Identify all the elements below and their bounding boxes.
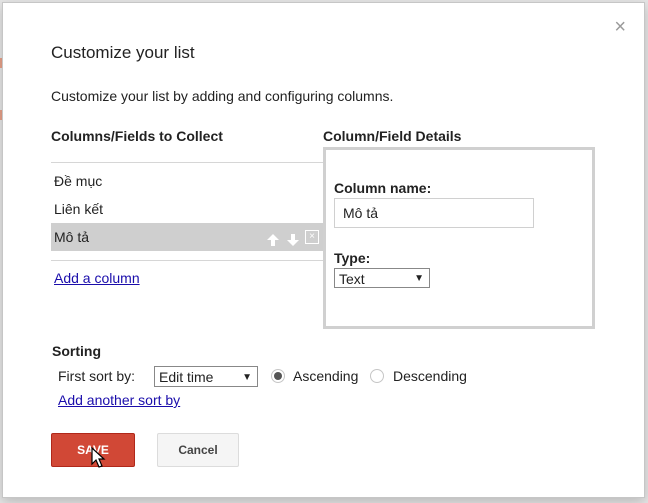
chevron-down-icon: ▼	[242, 372, 252, 383]
type-select[interactable]: Text ▼	[334, 268, 430, 288]
dialog-description: Customize your list by adding and config…	[51, 88, 394, 104]
sorting-heading: Sorting	[52, 343, 101, 359]
close-icon[interactable]: ×	[614, 17, 626, 37]
mouse-cursor-icon	[91, 446, 107, 474]
customize-list-dialog: × Customize your list Customize your lis…	[2, 2, 645, 498]
list-item-label: Đề mục	[54, 173, 103, 189]
dialog-title: Customize your list	[51, 43, 195, 62]
columns-list: Đề mục Liên kết Mô tả ×	[51, 167, 323, 251]
move-up-icon[interactable]	[265, 229, 281, 246]
move-down-icon[interactable]	[285, 229, 301, 246]
add-column-link[interactable]: Add a column	[54, 270, 140, 286]
column-name-input[interactable]	[334, 198, 534, 228]
list-top-divider	[51, 162, 323, 163]
descending-label: Descending	[393, 368, 467, 384]
ascending-label: Ascending	[293, 368, 359, 384]
first-sort-label: First sort by:	[58, 368, 136, 384]
ascending-radio[interactable]	[271, 369, 285, 383]
type-label: Type:	[334, 250, 371, 266]
column-details-panel: Column name: Type: Text ▼	[323, 147, 595, 329]
item-controls: ×	[265, 223, 319, 251]
remove-column-icon[interactable]: ×	[305, 230, 319, 244]
list-item[interactable]: Đề mục	[51, 167, 323, 195]
sort-by-select[interactable]: Edit time ▼	[154, 366, 258, 387]
cancel-button[interactable]: Cancel	[157, 433, 239, 467]
chevron-down-icon: ▼	[414, 273, 424, 284]
columns-heading: Columns/Fields to Collect	[51, 128, 223, 144]
type-select-value: Text	[339, 271, 365, 287]
sort-by-value: Edit time	[159, 369, 214, 385]
add-sort-link[interactable]: Add another sort by	[58, 392, 180, 408]
list-item-selected[interactable]: Mô tả ×	[51, 223, 323, 251]
list-item-label: Mô tả	[54, 229, 90, 245]
list-bottom-divider	[51, 260, 323, 261]
list-item[interactable]: Liên kết	[51, 195, 323, 223]
list-item-label: Liên kết	[54, 201, 104, 217]
descending-radio[interactable]	[370, 369, 384, 383]
details-heading: Column/Field Details	[323, 128, 462, 144]
column-name-label: Column name:	[334, 180, 432, 196]
